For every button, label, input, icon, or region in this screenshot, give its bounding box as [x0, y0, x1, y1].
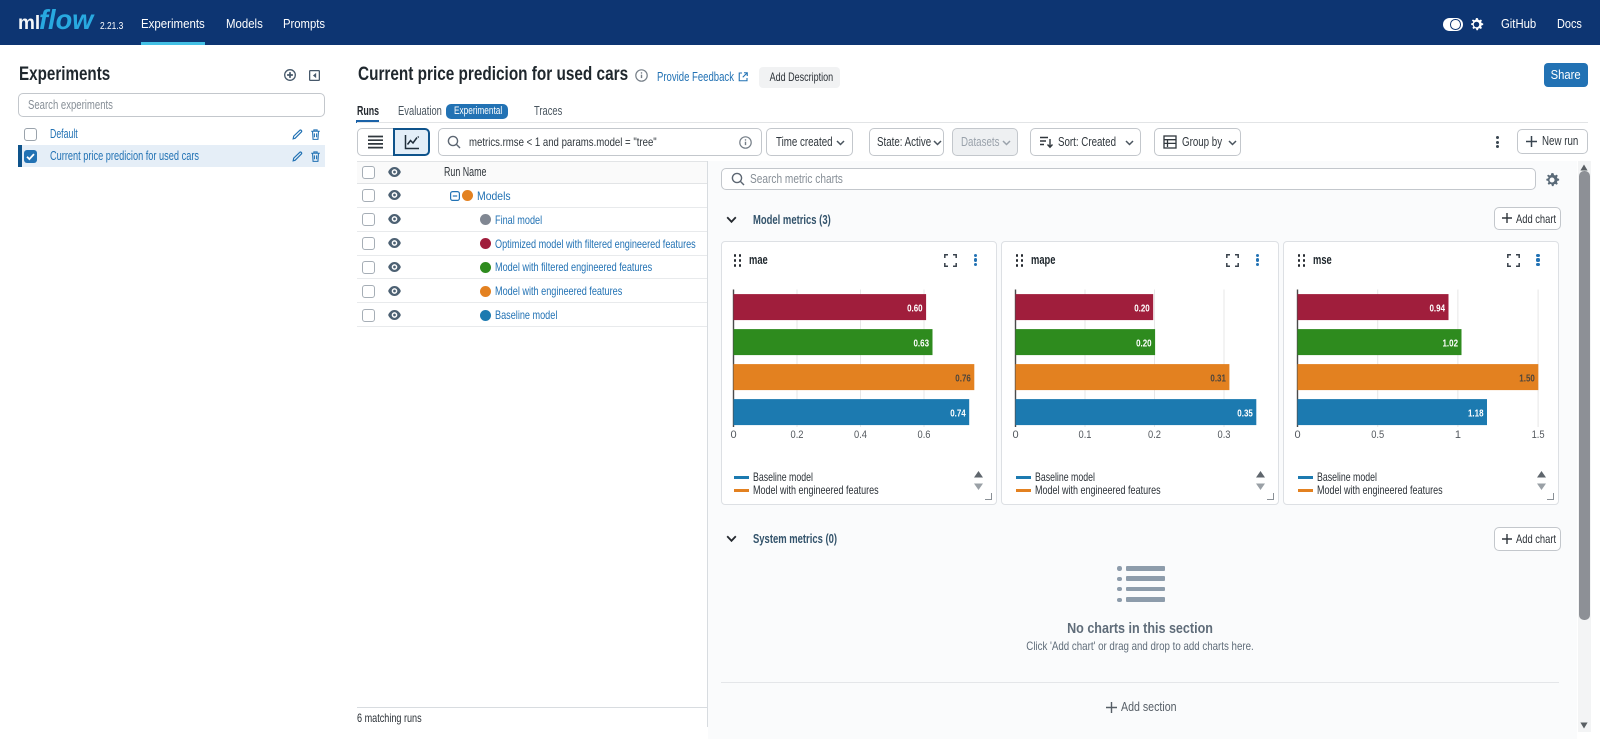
svg-text:0: 0 [1012, 429, 1018, 441]
svg-text:0: 0 [730, 429, 736, 441]
svg-text:1.02: 1.02 [1442, 337, 1458, 349]
svg-text:0.63: 0.63 [913, 337, 929, 349]
svg-text:0.35: 0.35 [1237, 407, 1253, 419]
svg-text:0.20: 0.20 [1136, 337, 1152, 349]
svg-text:0.3: 0.3 [1217, 429, 1230, 441]
svg-text:0.76: 0.76 [955, 372, 971, 384]
svg-text:0.31: 0.31 [1210, 372, 1226, 384]
svg-text:0.4: 0.4 [854, 429, 867, 441]
svg-text:0.94: 0.94 [1429, 302, 1445, 314]
svg-text:0: 0 [1294, 429, 1300, 441]
svg-text:0.5: 0.5 [1371, 429, 1384, 441]
svg-text:0.1: 0.1 [1078, 429, 1091, 441]
svg-text:0.2: 0.2 [790, 429, 803, 441]
svg-text:1.18: 1.18 [1468, 407, 1484, 419]
svg-text:1: 1 [1454, 429, 1460, 441]
svg-text:1.5: 1.5 [1531, 429, 1544, 441]
svg-text:0.74: 0.74 [950, 407, 966, 419]
svg-text:0.2: 0.2 [1148, 429, 1161, 441]
svg-text:0.60: 0.60 [907, 302, 923, 314]
svg-text:1.50: 1.50 [1519, 372, 1535, 384]
svg-text:0.6: 0.6 [917, 429, 930, 441]
svg-text:0.20: 0.20 [1134, 302, 1150, 314]
